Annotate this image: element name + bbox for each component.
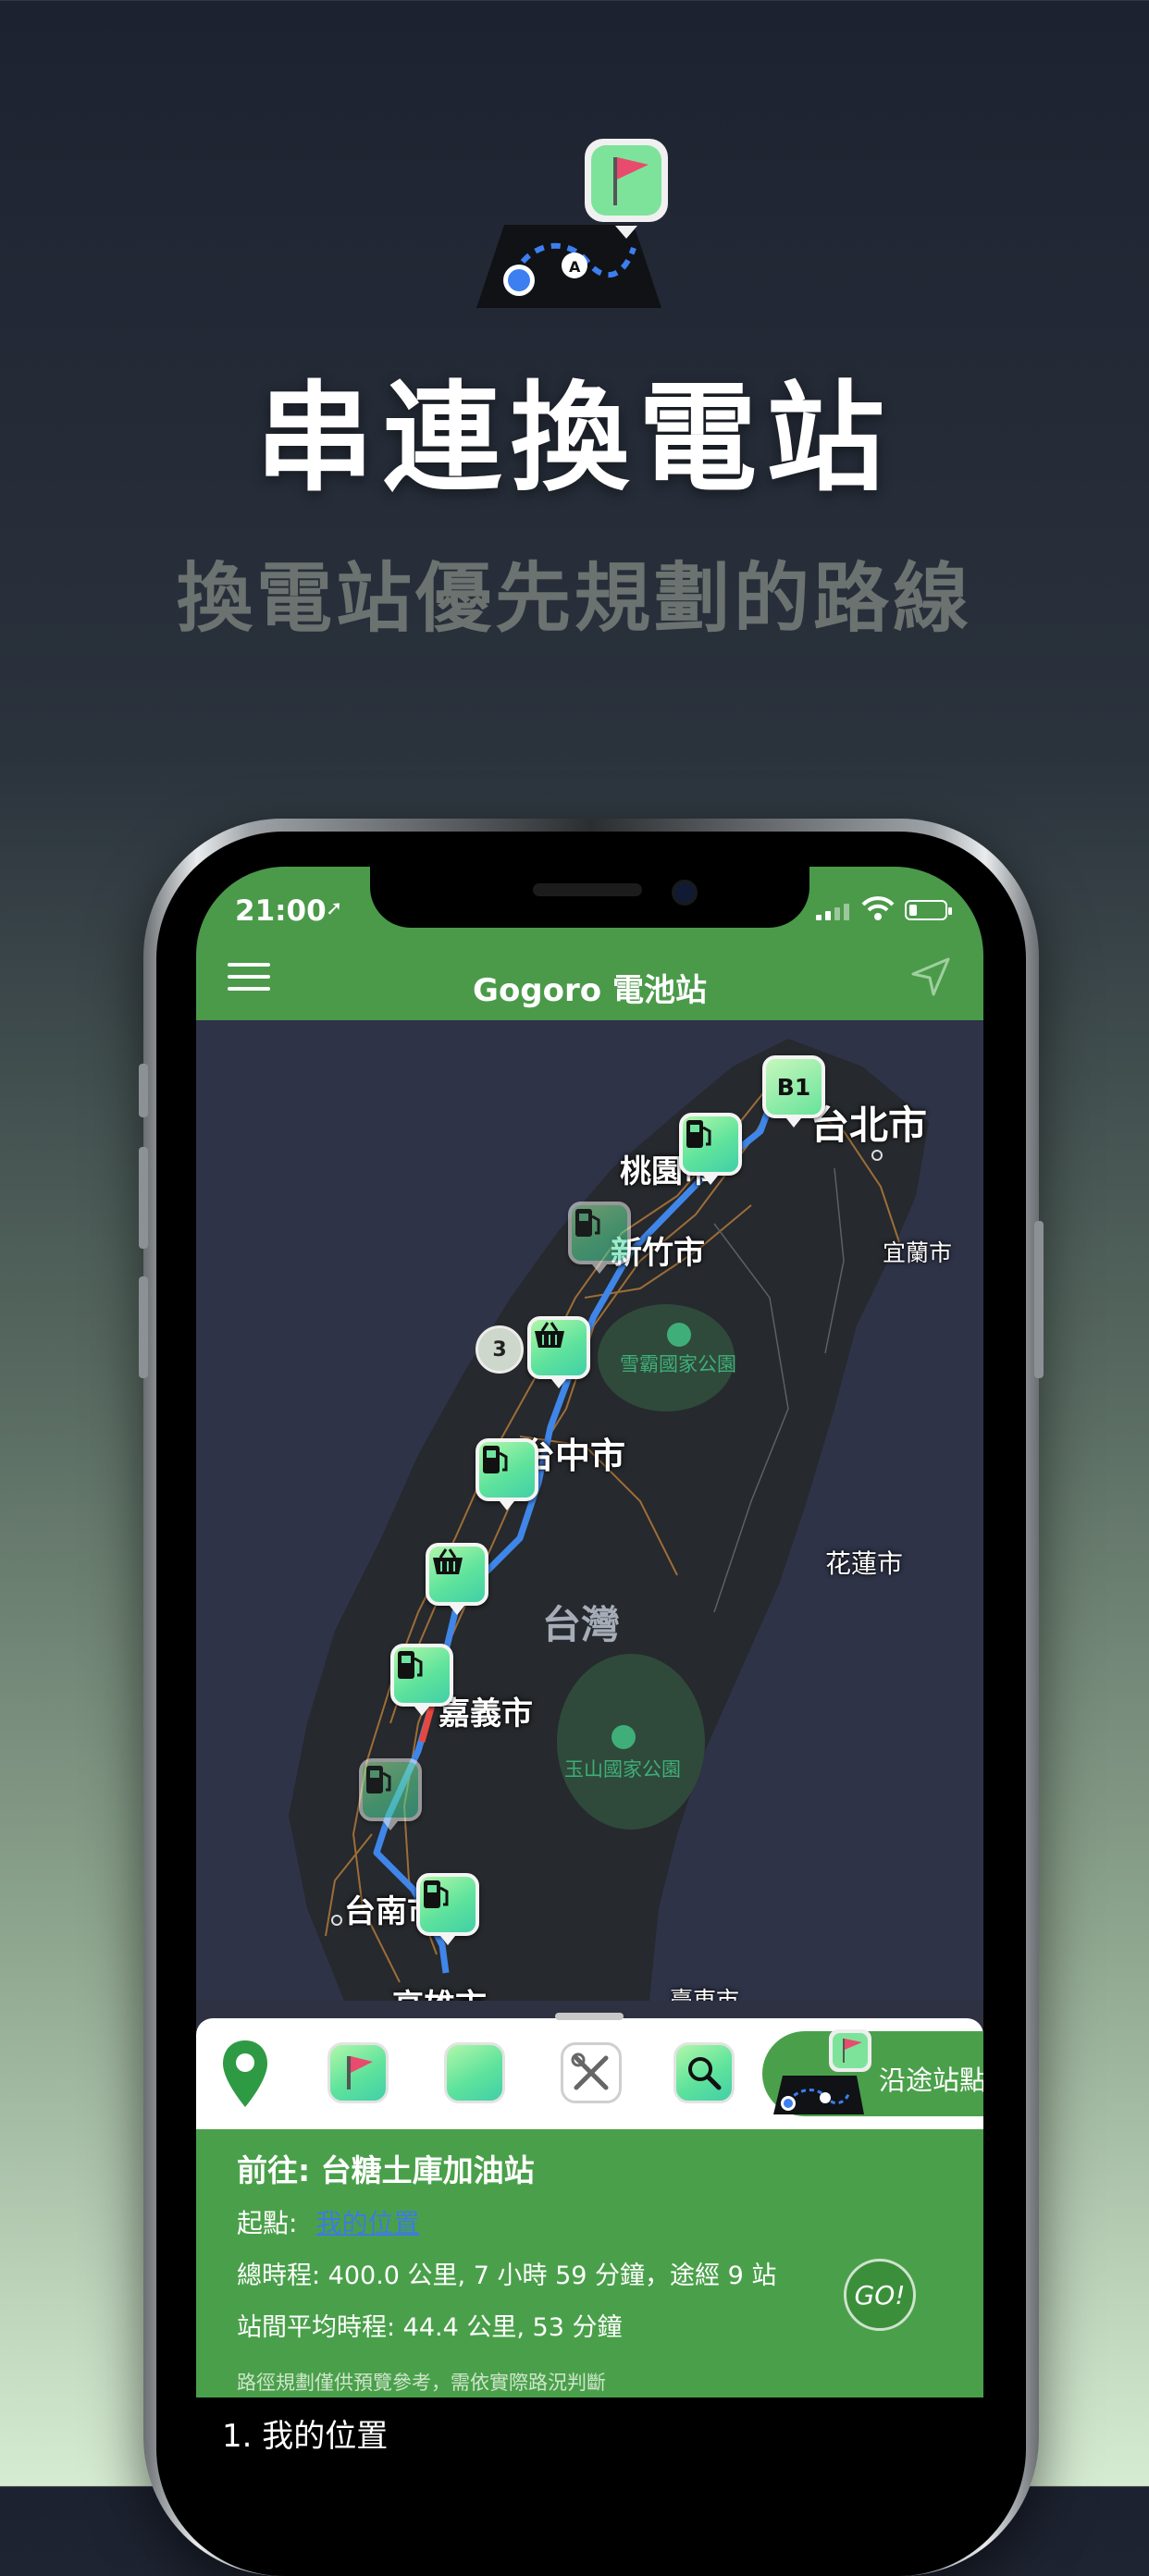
map-marker-battery-station[interactable] <box>568 1202 631 1274</box>
route-total: 總時程: 400.0 公里, 7 小時 59 分鐘，途經 9 站 <box>237 2262 777 2290</box>
basket-icon <box>433 1548 463 1574</box>
map-label-kaohsiung: 高雄市 <box>392 1980 487 2001</box>
battery-station-icon <box>575 1209 600 1237</box>
route-stations-icon <box>773 2029 871 2114</box>
map-label-taiwan: 台灣 <box>542 1602 621 1647</box>
navigation-bar: Gogoro 電池站 <box>196 928 983 1020</box>
route-start-label: 起點: <box>237 2208 298 2238</box>
flag-icon <box>347 2056 373 2089</box>
app-screen: 21:00 ➚ Gogoro 電池站 台北市 桃園市 新竹市 宜蘭市 台中市 花… <box>196 867 983 2486</box>
battery-station-icon <box>366 1766 391 1793</box>
battery-station-icon <box>483 1446 508 1473</box>
notch <box>370 867 809 928</box>
map-marker-battery-station[interactable] <box>359 1758 422 1830</box>
go-button[interactable]: GO! <box>844 2259 916 2331</box>
route-average: 站間平均時程: 44.4 公里, 53 分鐘 <box>237 2313 623 2342</box>
bottom-toolbar: 沿途站點 <box>196 2013 983 2129</box>
map-marker-battery-station[interactable] <box>416 1873 479 1945</box>
repair-tool-button[interactable] <box>561 2042 622 2103</box>
along-route-button[interactable]: 沿途站點 <box>762 2029 983 2116</box>
phone-volume-up <box>139 1147 148 1249</box>
map-view[interactable]: 台北市 桃園市 新竹市 宜蘭市 台中市 花蓮市 台灣 嘉義市 台南市 臺東市 高… <box>196 1020 983 2001</box>
route-feature-icon: A <box>476 137 671 313</box>
phone-power-button <box>1034 1221 1044 1378</box>
search-icon <box>688 2057 722 2090</box>
route-info-panel: 前往: 台糖土庫加油站 起點: 我的位置 總時程: 400.0 公里, 7 小時 … <box>196 2129 983 2397</box>
search-tool-button[interactable] <box>673 2042 735 2103</box>
route-start-link[interactable]: 我的位置 <box>315 2208 419 2238</box>
cellular-signal-icon <box>816 902 849 920</box>
svg-text:A: A <box>569 258 581 276</box>
hero-subtitle: 換電站優先規劃的路線 <box>176 555 972 643</box>
map-pin-icon[interactable] <box>220 2039 270 2113</box>
station-tool-button[interactable] <box>444 2042 505 2103</box>
map-marker-battery-station[interactable] <box>679 1113 742 1185</box>
route-start: 起點: 我的位置 <box>237 2203 419 2240</box>
hero-title: 串連換電站 <box>254 370 894 508</box>
map-marker-b1[interactable]: B1 <box>762 1055 825 1128</box>
route-disclaimer: 路徑規劃僅供預覽參考，需依實際路況判斷 <box>237 2372 606 2394</box>
nav-title: Gogoro 電池站 <box>473 972 707 1009</box>
location-services-icon: ➚ <box>326 897 343 920</box>
map-label-yilan: 宜蘭市 <box>883 1239 953 1266</box>
battery-station-icon <box>686 1120 711 1148</box>
map-marker-basket-station[interactable] <box>426 1543 488 1615</box>
wifi-icon <box>861 896 895 920</box>
phone-silent-switch <box>139 1064 148 1117</box>
phone-volume-down <box>139 1276 148 1378</box>
battery-station-icon <box>424 1880 449 1908</box>
route-destination: 前往: 台糖土庫加油站 <box>237 2152 535 2188</box>
map-marker-battery-station[interactable] <box>476 1438 538 1510</box>
map-label-hualien: 花蓮市 <box>825 1548 904 1579</box>
drag-handle[interactable] <box>555 2013 624 2020</box>
along-route-label: 沿途站點 <box>879 2064 983 2096</box>
status-time: 21:00 <box>235 894 327 928</box>
basket-icon <box>535 1322 564 1348</box>
map-marker-basket-station[interactable] <box>527 1316 590 1388</box>
wrench-screwdriver-icon <box>571 2052 609 2090</box>
flag-tool-button[interactable] <box>327 2042 389 2103</box>
navigation-arrow-icon[interactable] <box>909 955 952 998</box>
route-stop-list: 1. 我的位置 <box>196 2397 983 2486</box>
map-marker-battery-station[interactable] <box>390 1644 453 1716</box>
map-label-shei-pa-park: 雪霸國家公園 <box>620 1353 736 1375</box>
route-stop-item[interactable]: 1. 我的位置 <box>222 2410 388 2456</box>
map-label-taipei: 台北市 <box>810 1103 928 1148</box>
battery-icon <box>905 900 952 920</box>
map-label-taitung: 臺東市 <box>670 1987 740 2001</box>
map-label-yushan-park: 玉山國家公園 <box>564 1758 681 1781</box>
battery-station-icon <box>398 1651 423 1679</box>
map-cluster[interactable]: 3 <box>476 1325 524 1374</box>
